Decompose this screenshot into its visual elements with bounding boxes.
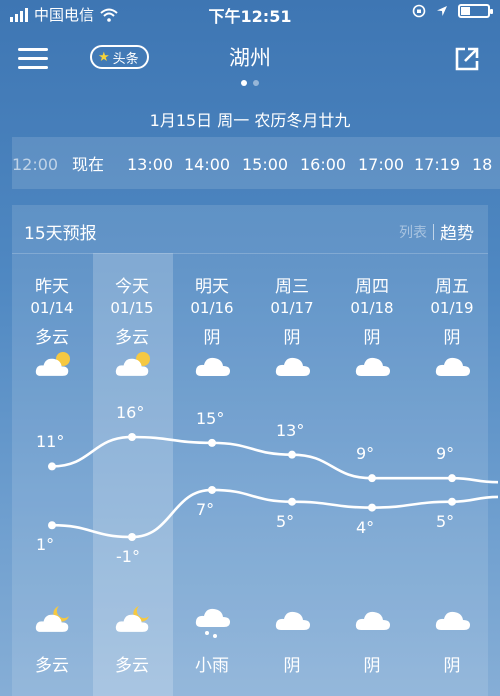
cloudy-sun-icon: [35, 352, 70, 376]
forecast-day-condition: 多云: [35, 328, 69, 348]
hourly-time: 17:00: [358, 155, 405, 174]
cloud-icon: [275, 357, 310, 376]
status-bar: 中国电信 下午12:51: [0, 0, 500, 28]
forecast-night-condition: 阴: [363, 656, 381, 676]
forecast-date: 01/17: [270, 299, 314, 317]
forecast-day-condition: 阴: [443, 328, 461, 348]
low-temp-label: 5°: [276, 511, 295, 531]
forecast-day-condition: 阴: [283, 328, 301, 348]
forecast-date: 01/18: [350, 299, 394, 317]
view-list-tab[interactable]: 列表: [399, 222, 427, 242]
page-dot: [241, 80, 247, 86]
forecast-title: 15天预报: [24, 224, 97, 244]
high-temp-label: 9°: [436, 444, 455, 464]
battery-icon: [458, 4, 493, 18]
forecast-date: 01/15: [110, 299, 154, 317]
hourly-strip[interactable]: 12:00 现在 13:00 14:00 15:00 16:00 17:00 17:19 18: [12, 137, 500, 189]
forecast-date: 01/19: [430, 299, 474, 317]
top-bar: ★ 头条 湖州: [0, 36, 500, 86]
cloudy-moon-icon: [35, 606, 69, 632]
forecast-date: 01/16: [190, 299, 234, 317]
forecast-day-name: 周四: [355, 277, 389, 297]
date-line: 1月15日 周一 农历冬月廿九: [149, 111, 351, 130]
low-temp-label: -1°: [116, 547, 140, 566]
forecast-day-column[interactable]: 周三 01/17 阴 阴: [252, 253, 332, 696]
hourly-time: 17:19: [414, 155, 461, 174]
high-temp-label: 11°: [36, 432, 65, 452]
view-trend-tab[interactable]: 趋势: [440, 219, 474, 244]
forecast-night-condition: 阴: [283, 656, 301, 676]
low-temp-label: 1°: [36, 535, 55, 555]
forecast-day-condition: 阴: [363, 328, 381, 348]
forecast-panel: 15天预报 列表 趋势 昨天 01/14 多云 多云 今天 01/15 多云 多…: [12, 205, 488, 696]
cloud-icon: [355, 357, 390, 376]
status-right: [412, 4, 493, 18]
low-temp-label: 7°: [196, 499, 215, 519]
high-temp-label: 15°: [196, 408, 225, 428]
forecast-day-name: 今天: [115, 277, 149, 297]
forecast-night-condition: 多云: [115, 656, 149, 676]
forecast-day-name: 周三: [275, 277, 309, 297]
cloud-icon: [435, 357, 470, 376]
hourly-time: 16:00: [300, 155, 347, 174]
forecast-day-column[interactable]: 今天 01/15 多云 多云: [92, 253, 172, 696]
hourly-now: 现在: [72, 155, 105, 174]
forecast-header: 15天预报 列表 趋势: [12, 205, 488, 254]
forecast-day-condition: 多云: [115, 328, 149, 348]
high-temp-label: 16°: [116, 403, 145, 422]
forecast-night-condition: 多云: [35, 656, 69, 676]
location-icon: [437, 6, 447, 16]
forecast-day-name: 昨天: [35, 277, 69, 297]
hourly-time: 12:00: [12, 155, 59, 174]
cloud-icon: [435, 611, 470, 630]
forecast-day-column[interactable]: 周五 01/19 阴 阴: [412, 253, 492, 696]
forecast-day-condition: 阴: [203, 328, 221, 348]
high-temp-label: 9°: [356, 444, 375, 464]
page-indicator: [0, 80, 500, 86]
forecast-day-name: 周五: [435, 277, 469, 297]
page-dot: [253, 80, 259, 86]
forecast-day-column[interactable]: 昨天 01/14 多云 多云: [12, 253, 92, 696]
hourly-time: 14:00: [184, 155, 231, 174]
hourly-time: 13:00: [127, 155, 174, 174]
low-temp-label: 4°: [356, 517, 375, 537]
forecast-date: 01/14: [30, 299, 74, 317]
cloud-icon: [355, 611, 390, 630]
high-temp-label: 13°: [276, 420, 305, 440]
forecast-night-condition: 阴: [443, 656, 461, 676]
forecast-night-condition: 小雨: [195, 656, 229, 676]
cloudy-sun-icon: [115, 352, 150, 376]
share-icon[interactable]: [454, 46, 480, 72]
low-temp-label: 5°: [436, 511, 455, 531]
city-title[interactable]: 湖州: [0, 42, 500, 72]
forecast-day-column[interactable]: 周四 01/18 阴 阴: [332, 253, 412, 696]
hourly-time: 15:00: [242, 155, 289, 174]
forecast-view-switch: 列表 趋势: [399, 219, 474, 244]
cloud-icon: [195, 357, 230, 376]
view-divider: [433, 223, 434, 240]
cloud-icon: [275, 611, 310, 630]
light-rain-icon: [195, 608, 230, 638]
forecast-day-name: 明天: [195, 277, 229, 297]
orientation-lock-icon: [412, 4, 426, 18]
forecast-day-column[interactable]: 明天 01/16 阴 小雨: [172, 253, 252, 696]
cloudy-moon-icon: [115, 606, 149, 632]
hourly-time: 18: [472, 155, 493, 174]
